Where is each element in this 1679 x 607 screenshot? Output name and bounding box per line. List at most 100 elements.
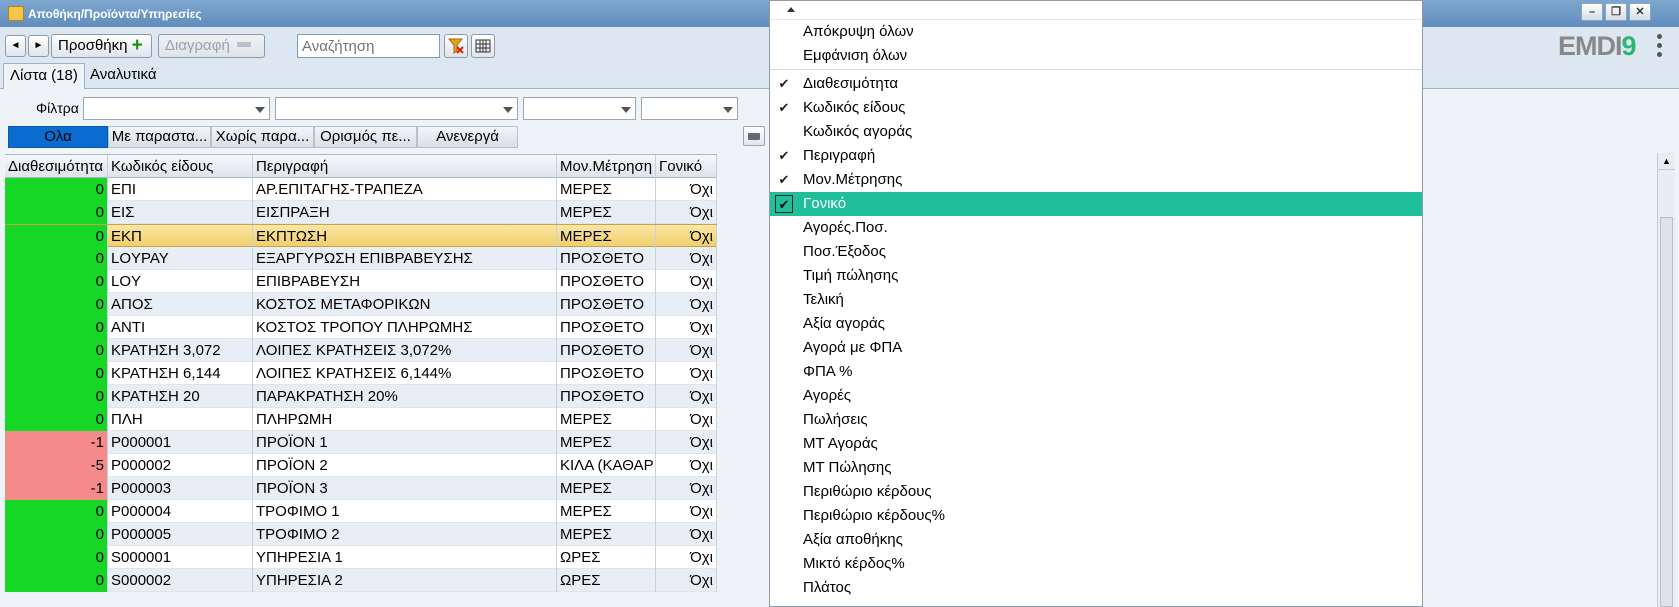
filters-label: Φίλτρα <box>36 100 79 116</box>
tab-details[interactable]: Αναλυτικά <box>84 63 163 89</box>
menu-item-show-all[interactable]: Εμφάνιση όλων <box>770 44 1422 68</box>
filter-combo-3[interactable] <box>523 97 636 120</box>
table-row[interactable]: 0 ΠΛΗ ΠΛΗΡΩΜΗ ΜΕΡΕΣ Όχι <box>5 408 717 431</box>
search-input[interactable] <box>297 34 440 58</box>
print-icon[interactable] <box>743 126 765 146</box>
checkmark-icon <box>775 555 793 573</box>
window-title: Αποθήκη/Προϊόντα/Υπηρεσίες <box>28 7 202 21</box>
menu-item-column[interactable]: Τελική <box>770 288 1422 312</box>
table-row[interactable]: -1 P000003 ΠΡΟΪΟΝ 3 ΜΕΡΕΣ Όχι <box>5 477 717 500</box>
checkmark-icon: ✔ <box>778 148 790 163</box>
menu-item-label: Τιμή πώλησης <box>803 267 899 284</box>
table-row[interactable]: 0 LOY ΕΠΙΒΡΑΒΕΥΣΗ ΠΡΟΣΘΕΤΟ Όχι <box>5 270 717 293</box>
table-row[interactable]: -1 P000001 ΠΡΟΪΟΝ 1 ΜΕΡΕΣ Όχι <box>5 431 717 454</box>
cell-unit: ΠΡΟΣΘΕΤΟ <box>557 270 656 293</box>
restore-icon[interactable]: ❐ <box>1605 3 1627 21</box>
vertical-scrollbar[interactable]: ▲ <box>1657 153 1675 607</box>
emdi-logo: EMDI9 <box>1558 31 1637 61</box>
column-header-item-code[interactable]: Κωδικός είδους <box>108 155 253 178</box>
checkmark-icon <box>775 267 793 285</box>
menu-item-column[interactable]: Πωλήσεις <box>770 408 1422 432</box>
column-header-availability[interactable]: Διαθεσιμότητα <box>5 155 108 178</box>
filter-combo-4[interactable] <box>641 97 738 120</box>
cell-parent: Όχι <box>656 523 717 546</box>
filter-combo-1[interactable] <box>83 97 270 120</box>
table-row[interactable]: 0 ΚΡΑΤΗΣΗ 20 ΠΑΡΑΚΡΑΤΗΣΗ 20% ΠΡΟΣΘΕΤΟ Όχι <box>5 385 717 408</box>
menu-item-column[interactable]: Αγορές.Ποσ. <box>770 216 1422 240</box>
column-header-unit[interactable]: Μον.Μέτρηση <box>557 155 656 178</box>
menu-item-column[interactable]: ΜΤ Αγοράς <box>770 432 1422 456</box>
menu-item-column[interactable]: Περιθώριο κέρδους% <box>770 504 1422 528</box>
menu-item-column[interactable]: Αγορά με ΦΠΑ <box>770 336 1422 360</box>
scroll-up-icon[interactable]: ▲ <box>1658 153 1675 170</box>
checkmark-icon <box>775 459 793 477</box>
menu-item-column[interactable]: Αξία αγοράς <box>770 312 1422 336</box>
cell-unit: ΠΡΟΣΘΕΤΟ <box>557 316 656 339</box>
menu-item-column[interactable]: Κωδικός αγοράς <box>770 120 1422 144</box>
table-row[interactable]: -5 P000002 ΠΡΟΪΟΝ 2 ΚΙΛΑ (ΚΑΘΑΡ Όχι <box>5 454 717 477</box>
table-row[interactable]: 0 ΕΙΣ ΕΙΣΠΡΑΞΗ ΜΕΡΕΣ Όχι <box>5 201 717 224</box>
cell-item-code: ΠΛΗ <box>108 408 253 431</box>
prev-button[interactable]: ◄ <box>5 35 26 57</box>
grid-view-icon[interactable] <box>471 34 495 58</box>
more-options-icon[interactable] <box>1656 34 1664 61</box>
menu-item-hide-all[interactable]: Απόκρυψη όλων <box>770 20 1422 44</box>
cell-item-code: P000005 <box>108 523 253 546</box>
menu-item-column[interactable]: ✔ Γονικό <box>770 192 1422 216</box>
menu-item-column[interactable]: Πλάτος <box>770 576 1422 600</box>
cell-description: ΠΡΟΪΟΝ 3 <box>253 477 557 500</box>
menu-item-label: Αξία αποθήκης <box>803 531 903 548</box>
table-row[interactable]: 0 P000005 ΤΡΟΦΙΜΟ 2 ΜΕΡΕΣ Όχι <box>5 523 717 546</box>
table-row[interactable]: 0 ΚΡΑΤΗΣΗ 6,144 ΛΟΙΠΕΣ ΚΡΑΤΗΣΕΙΣ 6,144% ΠΡΟ… <box>5 362 717 385</box>
menu-item-column[interactable]: ΦΠΑ % <box>770 360 1422 384</box>
cell-description: ΥΠΗΡΕΣΙΑ 2 <box>253 569 557 592</box>
table-row[interactable]: 0 S000002 ΥΠΗΡΕΣΙΑ 2 ΩΡΕΣ Όχι <box>5 569 717 592</box>
column-chooser-menu: Απόκρυψη όλων Εμφάνιση όλων ✔ Διαθεσιμότη… <box>769 0 1423 607</box>
table-row[interactable]: 0 ΚΡΑΤΗΣΗ 3,072 ΛΟΙΠΕΣ ΚΡΑΤΗΣΕΙΣ 3,072% ΠΡΟ… <box>5 339 717 362</box>
menu-item-column[interactable]: Αγορές <box>770 384 1422 408</box>
table-row[interactable]: 0 ΑΠΟΣ ΚΟΣΤΟΣ ΜΕΤΑΦΟΡΙΚΩΝ ΠΡΟΣΘΕΤΟ Όχι <box>5 293 717 316</box>
cell-parent: Όχι <box>656 500 717 523</box>
tab-list[interactable]: Λίστα (18) <box>3 63 85 89</box>
filter-combo-2[interactable] <box>275 97 518 120</box>
segment-without-documents[interactable]: Χωρίς παρα... <box>211 126 314 148</box>
menu-item-column[interactable]: ✔ Περιγραφή <box>770 144 1422 168</box>
menu-item-label: Τελική <box>803 291 844 308</box>
next-button[interactable]: ► <box>28 35 49 57</box>
segment-with-documents[interactable]: Με παραστα... <box>108 126 211 148</box>
cell-item-code: ΕΙΣ <box>108 201 253 224</box>
menu-item-column[interactable]: ✔ Διαθεσιμότητα <box>770 72 1422 96</box>
minimize-icon[interactable]: – <box>1581 3 1603 21</box>
table-row[interactable]: 0 ΑΝΤΙ ΚΟΣΤΟΣ ΤΡΟΠΟΥ ΠΛΗΡΩΜΗΣ ΠΡΟΣΘΕΤΟ Όχι <box>5 316 717 339</box>
table-row[interactable]: 0 ΕΠΙ ΑΡ.ΕΠΙΤΑΓΗΣ-ΤΡΑΠΕΖΑ ΜΕΡΕΣ Όχι <box>5 178 717 201</box>
menu-item-column[interactable]: Αξία αποθήκης <box>770 528 1422 552</box>
menu-scroll-up[interactable] <box>770 1 1422 20</box>
cell-description: ΠΑΡΑΚΡΑΤΗΣΗ 20% <box>253 385 557 408</box>
menu-item-column[interactable]: ΜΤ Πώλησης <box>770 456 1422 480</box>
cell-item-code: S000001 <box>108 546 253 569</box>
table-row[interactable]: 0 LOYPAY ΕΞΑΡΓΥΡΩΣΗ ΕΠΙΒΡΑΒΕΥΣΗΣ ΠΡΟΣΘΕΤΟ Όχ… <box>5 247 717 270</box>
close-icon[interactable]: ✕ <box>1629 3 1651 21</box>
menu-item-column[interactable]: Μικτό κέρδος% <box>770 552 1422 576</box>
menu-item-column[interactable]: Περιθώριο κέρδους <box>770 480 1422 504</box>
cell-availability: 0 <box>5 339 108 362</box>
delete-button[interactable]: Διαγραφή <box>158 34 265 58</box>
column-header-description[interactable]: Περιγραφή <box>253 155 557 178</box>
table-row[interactable]: 0 S000001 ΥΠΗΡΕΣΙΑ 1 ΩΡΕΣ Όχι <box>5 546 717 569</box>
scrollbar-thumb[interactable] <box>1660 217 1673 607</box>
segment-inactive[interactable]: Ανενεργά <box>417 126 518 148</box>
column-header-parent[interactable]: Γονικό <box>656 155 717 178</box>
menu-item-column[interactable]: ✔ Κωδικός είδους <box>770 96 1422 120</box>
menu-item-column[interactable]: ✔ Μον.Μέτρησης <box>770 168 1422 192</box>
table-row[interactable]: 0 P000004 ΤΡΟΦΙΜΟ 1 ΜΕΡΕΣ Όχι <box>5 500 717 523</box>
cell-unit: ΠΡΟΣΘΕΤΟ <box>557 362 656 385</box>
segment-all[interactable]: Ολα <box>8 126 108 148</box>
cell-unit: ΜΕΡΕΣ <box>557 523 656 546</box>
clear-filter-icon[interactable] <box>444 34 468 58</box>
menu-item-column[interactable]: Τιμή πώλησης <box>770 264 1422 288</box>
cell-availability: 0 <box>5 500 108 523</box>
menu-item-column[interactable]: Ποσ.Έξοδος <box>770 240 1422 264</box>
segment-define-period[interactable]: Ορισμός πε... <box>314 126 417 148</box>
table-row[interactable]: 0 ΕΚΠ ΕΚΠΤΩΣΗ ΜΕΡΕΣ Όχι <box>5 224 717 248</box>
add-button[interactable]: Προσθήκη + <box>51 34 152 58</box>
